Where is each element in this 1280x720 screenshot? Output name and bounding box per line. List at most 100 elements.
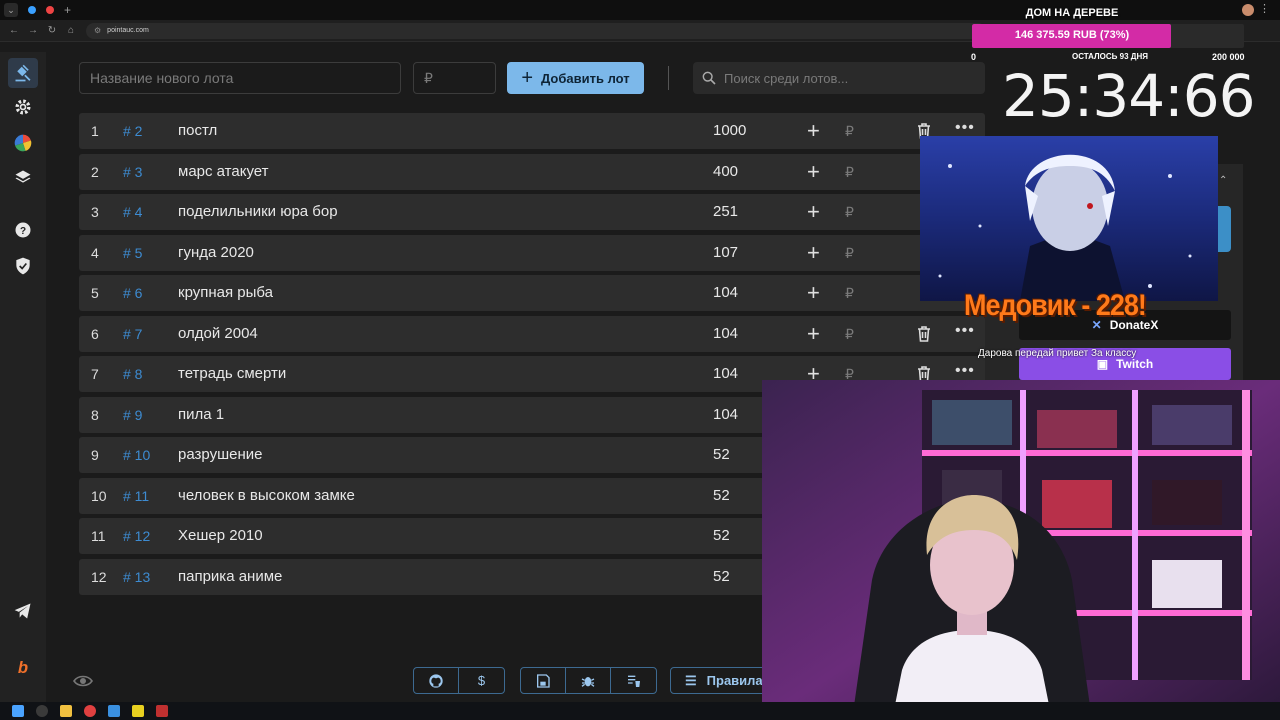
help-icon[interactable]: ? xyxy=(8,215,38,245)
rules-list-icon: ☰ xyxy=(685,672,697,688)
lot-position: 12 xyxy=(91,568,107,585)
settings-gear-icon[interactable] xyxy=(8,92,38,122)
add-amount-icon[interactable]: + xyxy=(807,199,820,225)
lot-row: 2 # 3 марс атакует 400 + ₽ xyxy=(79,153,985,190)
lot-amount[interactable]: 52 xyxy=(713,527,730,544)
lot-name[interactable]: крупная рыба xyxy=(178,284,273,301)
lot-currency: ₽ xyxy=(845,163,854,180)
add-amount-icon[interactable]: + xyxy=(807,240,820,266)
lot-position: 10 xyxy=(91,487,107,504)
app-icon[interactable] xyxy=(156,705,168,717)
twitch-icon: ▣ xyxy=(1096,357,1109,371)
layers-icon[interactable] xyxy=(8,163,38,193)
alert-donor-name: Медовик - 228! xyxy=(964,288,1147,322)
add-amount-icon[interactable]: + xyxy=(807,118,820,144)
lot-search-box[interactable] xyxy=(693,62,985,94)
lot-currency: ₽ xyxy=(845,244,854,261)
lot-amount[interactable]: 104 xyxy=(713,406,738,423)
add-lot-label: Добавить лот xyxy=(541,70,630,86)
save-button[interactable] xyxy=(521,668,566,693)
browser-menu-icon[interactable]: ⋮ xyxy=(1259,2,1270,15)
lot-name[interactable]: Хешер 2010 xyxy=(178,527,263,544)
lot-amount[interactable]: 400 xyxy=(713,163,738,180)
github-button[interactable] xyxy=(414,668,459,693)
search-icon xyxy=(702,71,716,85)
new-lot-price-input[interactable] xyxy=(413,62,496,94)
os-taskbar xyxy=(0,702,1280,720)
delete-trash-icon[interactable] xyxy=(916,325,932,343)
forward-icon[interactable]: → xyxy=(28,25,38,36)
lot-id: # 6 xyxy=(123,285,143,301)
lot-amount[interactable]: 107 xyxy=(713,244,738,261)
start-icon[interactable] xyxy=(12,705,24,717)
twitch-label: Twitch xyxy=(1116,357,1154,371)
profile-avatar[interactable] xyxy=(1242,4,1254,16)
site-info-icon[interactable]: ⚙ xyxy=(94,26,101,35)
bug-icon xyxy=(581,676,595,687)
visibility-eye-icon[interactable] xyxy=(73,673,93,689)
alert-message: Дарова передай привет За классу xyxy=(978,348,1137,359)
lot-currency: ₽ xyxy=(845,123,854,139)
add-amount-icon[interactable]: + xyxy=(807,159,820,185)
app-icon[interactable] xyxy=(132,705,144,717)
lot-amount[interactable]: 52 xyxy=(713,487,730,504)
boosty-icon[interactable]: b xyxy=(8,652,38,682)
chevron-up-icon[interactable]: ⌃ xyxy=(1219,175,1227,186)
lot-name[interactable]: тетрадь смерти xyxy=(178,365,286,382)
add-amount-icon[interactable]: + xyxy=(807,280,820,306)
wheel-pie-icon[interactable] xyxy=(8,128,38,158)
explorer-icon[interactable] xyxy=(60,705,72,717)
lot-id: # 7 xyxy=(123,325,143,342)
new-lot-name-input[interactable] xyxy=(79,62,401,94)
toolbar-divider xyxy=(668,66,669,90)
search-icon[interactable] xyxy=(36,705,48,717)
tab-list-icon[interactable]: ⌄ xyxy=(4,3,18,17)
lot-amount[interactable]: 52 xyxy=(713,568,730,585)
add-amount-icon[interactable]: + xyxy=(807,321,820,347)
add-lot-button[interactable]: + Добавить лот xyxy=(507,62,644,94)
url-field[interactable]: ⚙ pointauc.com xyxy=(86,22,986,39)
tab-favicon-icon[interactable] xyxy=(28,6,36,14)
lot-name[interactable]: пила 1 xyxy=(178,406,224,423)
save-icon xyxy=(537,673,550,688)
lot-name[interactable]: олдой 2004 xyxy=(178,325,258,342)
more-options-icon[interactable]: ••• xyxy=(955,322,975,340)
lot-name[interactable]: разрушение xyxy=(178,446,262,463)
home-icon[interactable]: ⌂ xyxy=(66,25,76,36)
lot-amount[interactable]: 52 xyxy=(713,446,730,463)
screen: ⌄ + ⋮ ← → ↻ ⌂ ⚙ pointauc.com ? b Названи… xyxy=(0,0,1280,720)
chrome-icon[interactable] xyxy=(84,705,96,717)
shield-icon[interactable] xyxy=(8,251,38,281)
more-options-icon[interactable]: ••• xyxy=(955,119,975,137)
back-icon[interactable]: ← xyxy=(9,25,19,36)
donate-button[interactable]: $ xyxy=(459,668,504,693)
app-icon[interactable] xyxy=(108,705,120,717)
lot-id: # 2 xyxy=(123,123,143,139)
lot-search-input[interactable] xyxy=(724,70,974,86)
new-tab-icon[interactable]: + xyxy=(64,3,71,17)
lot-row: 5 # 6 крупная рыба 104 + ₽ xyxy=(79,275,985,311)
goal-title: ДОМ НА ДЕРЕВЕ xyxy=(1025,7,1119,19)
lot-id: # 3 xyxy=(123,163,143,180)
lot-name[interactable]: паприка аниме xyxy=(178,568,282,585)
lot-amount[interactable]: 104 xyxy=(713,325,738,342)
lot-amount[interactable]: 104 xyxy=(713,365,738,382)
lot-amount[interactable]: 1000 xyxy=(713,122,746,139)
lot-name[interactable]: марс атакует xyxy=(178,163,269,180)
reload-icon[interactable]: ↻ xyxy=(47,25,57,36)
lot-position: 5 xyxy=(91,285,99,301)
tab-favicon-icon[interactable] xyxy=(46,6,54,14)
lot-name[interactable]: человек в высоком замке xyxy=(178,487,355,504)
lot-name[interactable]: поделильники юра бор xyxy=(178,203,338,220)
report-bug-button[interactable] xyxy=(566,668,611,693)
rules-label: Правила xyxy=(706,673,763,688)
lot-amount[interactable]: 104 xyxy=(713,284,738,301)
lot-currency: ₽ xyxy=(845,285,854,301)
telegram-icon[interactable] xyxy=(8,596,38,626)
more-options-icon[interactable]: ••• xyxy=(955,362,975,380)
lot-name[interactable]: гунда 2020 xyxy=(178,244,254,261)
lot-name[interactable]: постл xyxy=(178,122,217,139)
lot-amount[interactable]: 251 xyxy=(713,203,738,220)
auction-gavel-icon[interactable] xyxy=(8,58,38,88)
clear-lots-button[interactable] xyxy=(611,668,656,693)
